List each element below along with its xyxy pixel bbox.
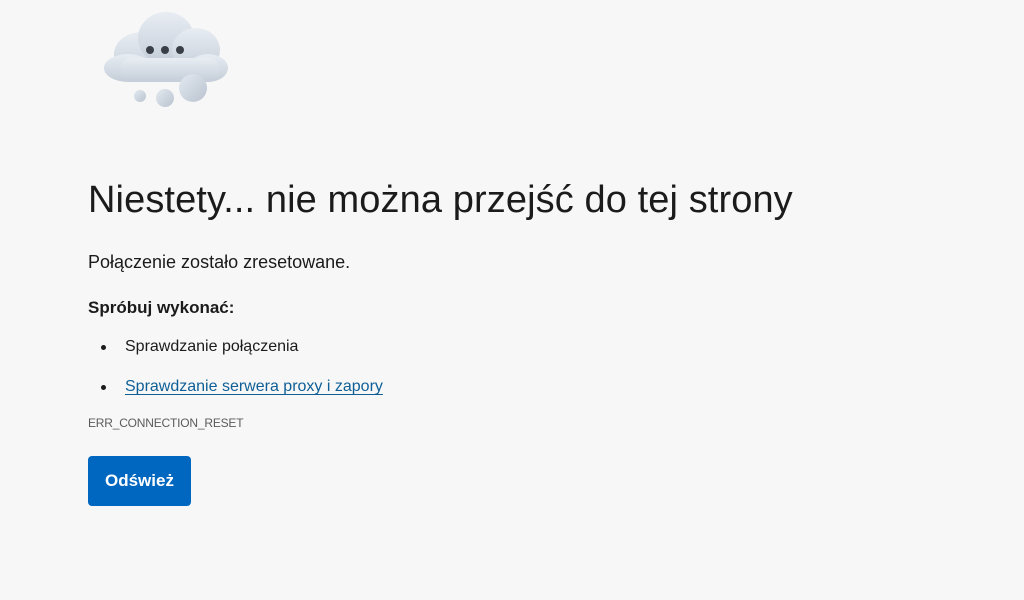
suggestion-label: Sprawdzanie połączenia bbox=[125, 338, 299, 355]
error-page: Niestety... nie można przejść do tej str… bbox=[0, 0, 1024, 600]
suggestions-list: Sprawdzanie połączenia Sprawdzanie serwe… bbox=[88, 334, 968, 400]
bullet-icon bbox=[101, 345, 106, 350]
refresh-button[interactable]: Odśwież bbox=[88, 456, 191, 506]
check-proxy-firewall-link[interactable]: Sprawdzanie serwera proxy i zapory bbox=[125, 378, 383, 395]
page-title: Niestety... nie można przejść do tej str… bbox=[88, 179, 793, 221]
suggestion-item-check-connection: Sprawdzanie połączenia bbox=[88, 334, 968, 360]
suggestions-heading: Spróbuj wykonać: bbox=[88, 298, 235, 317]
cloud-thinking-icon bbox=[100, 8, 240, 112]
error-content: Niestety... nie można przejść do tej str… bbox=[88, 172, 968, 506]
error-code: ERR_CONNECTION_RESET bbox=[88, 416, 244, 430]
suggestion-item-check-proxy: Sprawdzanie serwera proxy i zapory bbox=[88, 374, 968, 400]
error-description: Połączenie zostało zresetowane. bbox=[88, 252, 351, 272]
bullet-icon bbox=[101, 385, 106, 390]
